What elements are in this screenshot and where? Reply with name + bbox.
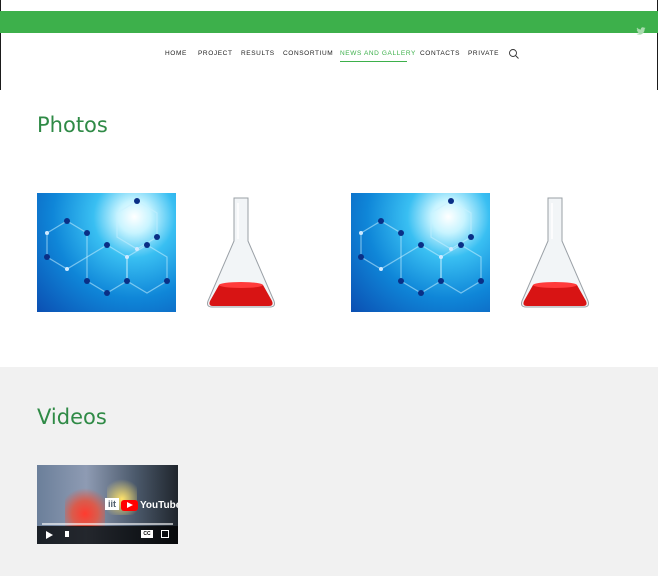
molecule-image[interactable]	[37, 193, 176, 312]
videos-heading: Videos	[37, 405, 107, 429]
flask-image[interactable]	[508, 193, 647, 312]
nav-item-news-and-gallery[interactable]: NEWS AND GALLERY	[340, 50, 416, 57]
volume-icon[interactable]	[65, 531, 69, 537]
nav-item-project[interactable]: PROJECT	[198, 50, 233, 57]
youtube-wordmark: YouTube	[140, 500, 178, 511]
molecule-image[interactable]	[351, 193, 490, 312]
iit-logo: iit	[105, 498, 119, 510]
video-blur-shape	[65, 483, 105, 527]
photos-heading: Photos	[37, 113, 108, 137]
nav-item-home[interactable]: HOME	[165, 50, 187, 57]
progress-bar[interactable]	[42, 523, 173, 525]
flask-image[interactable]	[194, 193, 333, 312]
play-icon[interactable]	[46, 531, 53, 539]
nav-item-results[interactable]: RESULTS	[241, 50, 275, 57]
nav-item-consortium[interactable]: CONSORTIUM	[283, 50, 333, 57]
nav-item-contacts[interactable]: CONTACTS	[420, 50, 460, 57]
twitter-icon[interactable]	[636, 26, 646, 36]
cc-icon[interactable]: CC	[141, 530, 153, 538]
main-nav: HOME PROJECT RESULTS CONSORTIUM NEWS AND…	[0, 48, 658, 62]
player-controls: CC	[37, 526, 178, 544]
youtube-icon	[121, 500, 138, 511]
fullscreen-icon[interactable]	[161, 530, 169, 538]
top-bar	[0, 11, 658, 36]
search-icon[interactable]	[508, 48, 520, 60]
nav-item-private[interactable]: PRIVATE	[468, 50, 499, 57]
active-nav-underline	[340, 61, 407, 62]
video-player[interactable]: iit YouTube CC	[37, 465, 178, 544]
